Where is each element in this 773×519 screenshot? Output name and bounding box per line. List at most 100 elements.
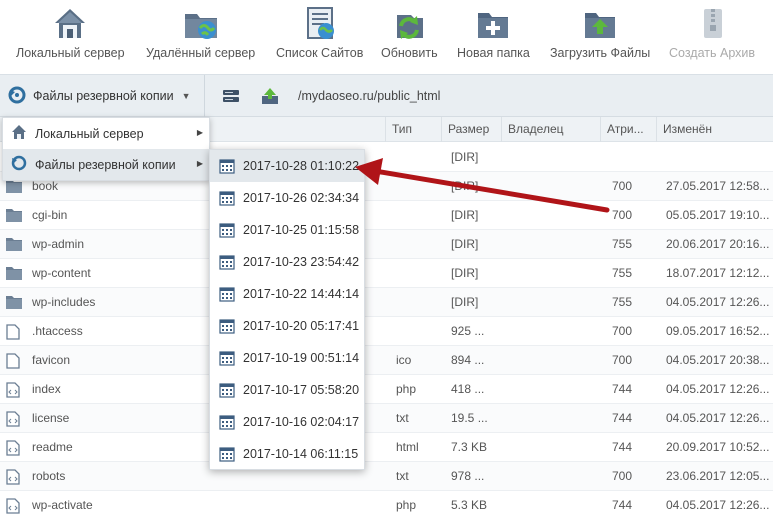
current-path: /mydaoseo.ru/public_html: [298, 89, 441, 103]
folder-icon: [6, 208, 22, 223]
calendar-icon: [219, 414, 235, 430]
table-row[interactable]: index php 418 ... 744 04.05.2017 12:26...: [0, 375, 773, 404]
backup-date-item[interactable]: 2017-10-23 23:54:42: [210, 246, 364, 278]
backup-date-label: 2017-10-17 05:58:20: [243, 383, 360, 397]
calendar-icon: [219, 158, 235, 174]
file-modified: 04.05.2017 12:26...: [666, 411, 770, 425]
column-modified[interactable]: Изменён: [656, 117, 773, 142]
backup-source-menu: Локальный сервер ▶ Файлы резервной копии…: [2, 117, 210, 181]
backup-date-label: 2017-10-23 23:54:42: [243, 255, 360, 269]
file-name: readme: [32, 440, 73, 454]
backup-files-dropdown[interactable]: Файлы резервной копии ▼: [0, 75, 205, 117]
file-type: txt: [396, 469, 409, 483]
table-row[interactable]: robots txt 978 ... 700 23.06.2017 12:05...: [0, 462, 773, 491]
folder-icon: [6, 237, 22, 252]
file-size: [DIR]: [451, 237, 479, 251]
archive-icon: [694, 6, 730, 42]
create-archive-button[interactable]: Создать Архив: [669, 0, 755, 74]
backup-date-label: 2017-10-28 01:10:22: [243, 159, 360, 173]
file-size: [DIR]: [451, 295, 479, 309]
backup-date-item[interactable]: 2017-10-19 00:51:14: [210, 342, 364, 374]
backup-date-item[interactable]: 2017-10-20 05:17:41: [210, 310, 364, 342]
upload-files-button[interactable]: Загрузить Файлы: [550, 0, 650, 74]
folder-up-icon[interactable]: [261, 87, 279, 105]
upload-icon: [582, 6, 618, 42]
backup-date-item[interactable]: 2017-10-25 01:15:58: [210, 214, 364, 246]
backup-date-item[interactable]: 2017-10-17 05:58:20: [210, 374, 364, 406]
file-type: [396, 172, 444, 201]
file-name: .htaccess: [32, 324, 83, 338]
menu-item-backup-files[interactable]: Файлы резервной копии ▶: [3, 149, 209, 180]
file-type: ico: [396, 353, 412, 367]
backup-date-label: 2017-10-16 02:04:17: [243, 415, 360, 429]
file-name: wp-admin: [32, 237, 85, 251]
file-size: [DIR]: [451, 150, 479, 164]
code-file-icon: [6, 469, 22, 485]
calendar-icon: [219, 382, 235, 398]
file-attributes: 755: [612, 237, 633, 251]
table-row[interactable]: wp-admin [DIR] 755 20.06.2017 20:16...: [0, 230, 773, 259]
backup-date-label: 2017-10-26 02:34:34: [243, 191, 360, 205]
chevron-right-icon: ▶: [196, 128, 203, 137]
file-size: 925 ...: [451, 324, 485, 338]
site-list-button[interactable]: Список Сайтов: [276, 0, 363, 74]
file-name: license: [32, 411, 70, 425]
backup-date-item[interactable]: 2017-10-14 06:11:15: [210, 438, 364, 470]
calendar-icon: [219, 254, 235, 270]
house-icon: [52, 6, 88, 42]
file-type: html: [396, 440, 419, 454]
file-name: favicon: [32, 353, 71, 367]
column-attributes[interactable]: Атри...: [600, 117, 656, 142]
backup-dates-menu: 2017-10-28 01:10:22 2017-10-26 02:34:34 20…: [209, 149, 365, 470]
new-folder-icon: [475, 6, 511, 42]
column-owner[interactable]: Владелец: [501, 117, 600, 142]
folder-icon: [6, 295, 22, 310]
file-modified: 05.05.2017 19:10...: [666, 208, 770, 222]
backup-date-item[interactable]: 2017-10-26 02:34:34: [210, 182, 364, 214]
refresh-button[interactable]: Обновить: [381, 0, 438, 74]
file-name: cgi-bin: [32, 208, 68, 222]
file-size: [DIR]: [451, 208, 479, 222]
file-attributes: 700: [612, 469, 633, 483]
table-row[interactable]: wp-includes [DIR] 755 04.05.2017 12:26...: [0, 288, 773, 317]
file-modified: 18.07.2017 12:12...: [666, 266, 770, 280]
file-size: [DIR]: [451, 179, 479, 193]
table-row[interactable]: license txt 19.5 ... 744 04.05.2017 12:26...: [0, 404, 773, 433]
file-size: 894 ...: [451, 353, 485, 367]
table-row[interactable]: cgi-bin [DIR] 700 05.05.2017 19:10...: [0, 201, 773, 230]
file-attributes: 700: [612, 179, 633, 193]
file-modified: 23.06.2017 12:05...: [666, 469, 770, 483]
column-size[interactable]: Размер: [441, 117, 501, 142]
file-list: [DIR] book [DIR] 700 27.05.2017 12:58... cgi-…: [0, 143, 773, 519]
file-modified: 27.05.2017 12:58...: [666, 179, 770, 193]
table-row[interactable]: readme html 7.3 KB 744 20.09.2017 10:52...: [0, 433, 773, 462]
calendar-icon: [219, 222, 235, 238]
remote-server-button[interactable]: Удалённый сервер: [146, 0, 255, 74]
chevron-right-icon: ▶: [196, 159, 203, 168]
server-icon[interactable]: [222, 87, 240, 105]
file-size: 19.5 ...: [451, 411, 488, 425]
file-modified: 04.05.2017 12:26...: [666, 382, 770, 396]
file-attributes: 700: [612, 208, 633, 222]
file-attributes: 755: [612, 266, 633, 280]
file-size: 978 ...: [451, 469, 485, 483]
file-type: [396, 201, 444, 230]
table-row[interactable]: wp-content [DIR] 755 18.07.2017 12:12...: [0, 259, 773, 288]
menu-item-local-server[interactable]: Локальный сервер ▶: [3, 118, 209, 149]
table-row[interactable]: wp-activate php 5.3 KB 744 04.05.2017 12:26.…: [0, 491, 773, 519]
column-type[interactable]: Тип: [385, 117, 441, 142]
file-modified: 20.09.2017 10:52...: [666, 440, 770, 454]
file-modified: 04.05.2017 12:26...: [666, 295, 770, 309]
table-row[interactable]: favicon ico 894 ... 700 04.05.2017 20:38...: [0, 346, 773, 375]
table-row[interactable]: .htaccess 925 ... 700 09.05.2017 16:52...: [0, 317, 773, 346]
main-toolbar: Локальный сервер Удалённый сервер Список…: [0, 0, 773, 74]
file-type: [396, 259, 444, 288]
backup-date-item[interactable]: 2017-10-16 02:04:17: [210, 406, 364, 438]
backup-date-item[interactable]: 2017-10-22 14:44:14: [210, 278, 364, 310]
backup-date-item[interactable]: 2017-10-28 01:10:22: [210, 150, 364, 182]
backup-dropdown-label: Файлы резервной копии: [33, 89, 174, 103]
file-type: php: [396, 498, 417, 512]
file-size: 418 ...: [451, 382, 485, 396]
local-server-button[interactable]: Локальный сервер: [16, 0, 125, 74]
new-folder-button[interactable]: Новая папка: [457, 0, 530, 74]
